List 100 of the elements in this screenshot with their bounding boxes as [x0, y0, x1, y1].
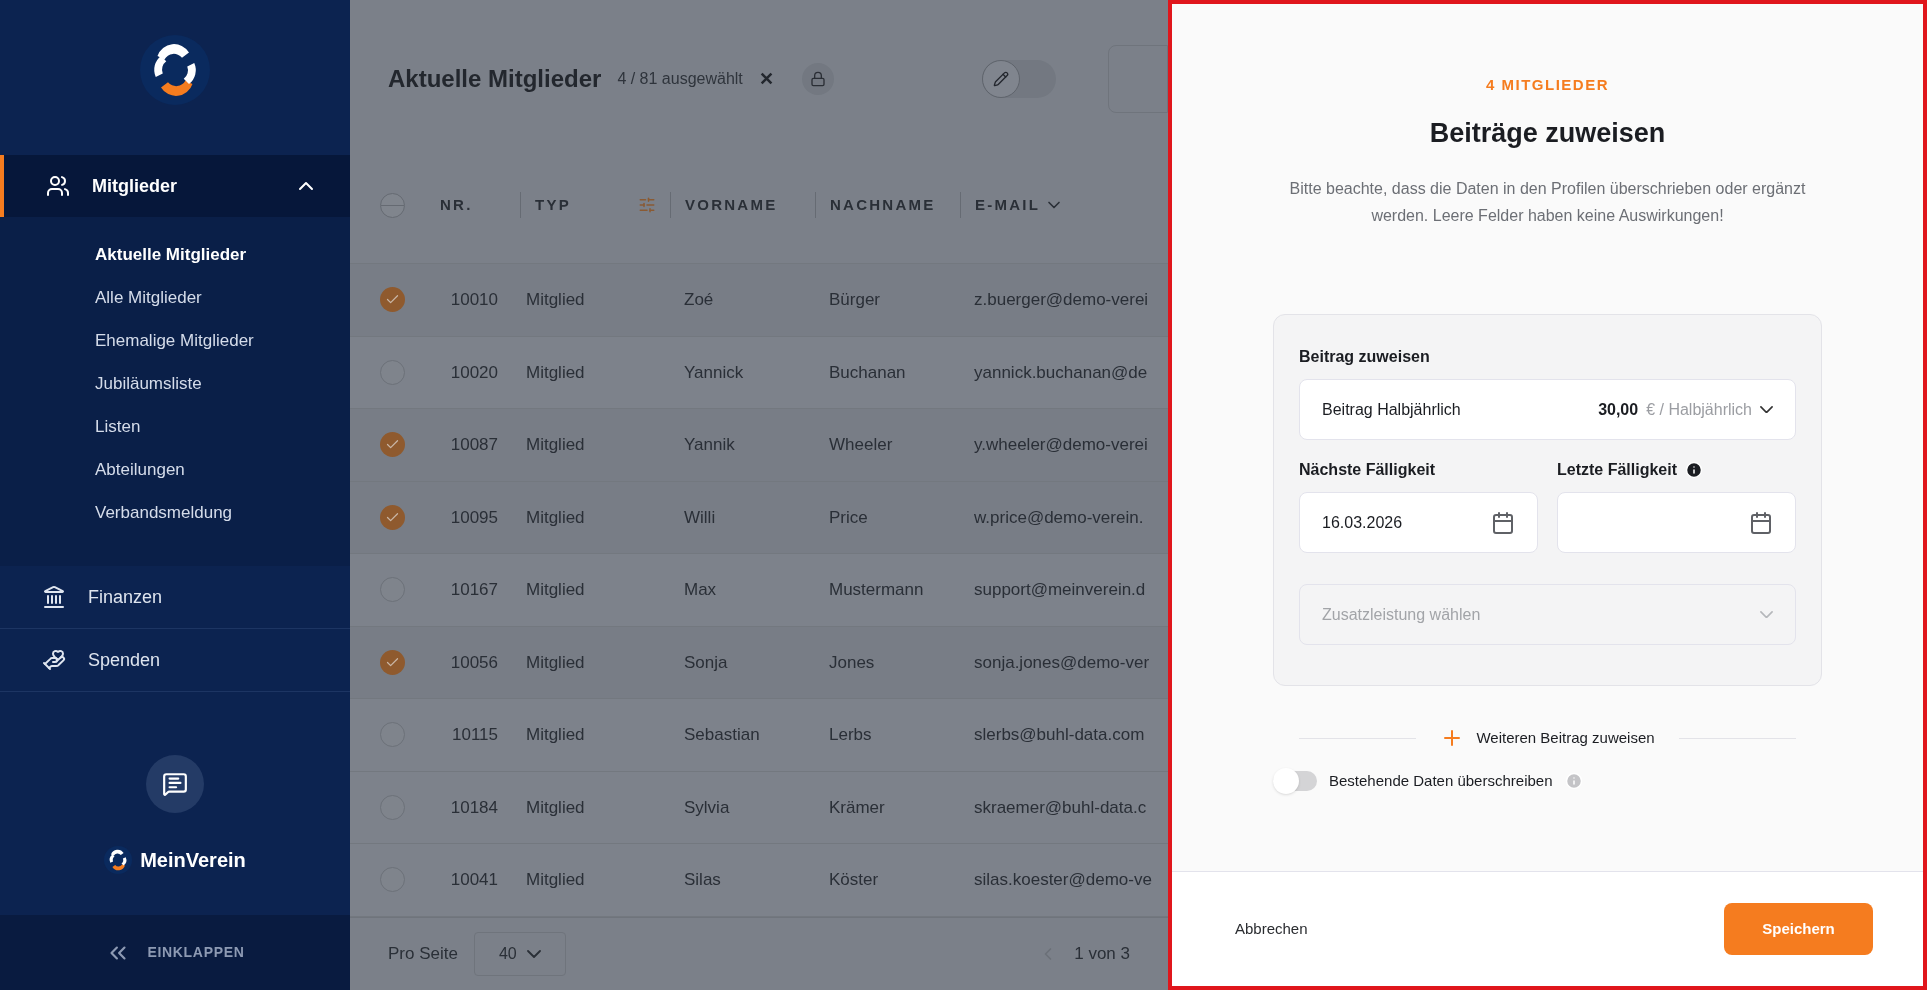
table-cell: Sebastian: [684, 725, 760, 745]
table-cell: Mustermann: [829, 580, 924, 600]
table-cell: w.price@demo-verein.: [974, 507, 1144, 527]
table-cell: Mitglied: [526, 725, 585, 745]
table-cell: Köster: [829, 870, 879, 890]
table-cell: Mitglied: [526, 435, 585, 455]
overwrite-label: Bestehende Daten überschreiben: [1329, 771, 1553, 791]
table-cell: 10020: [450, 362, 498, 382]
table-cell: slerbs@buhl-data.com: [974, 725, 1145, 745]
table-cell: 10056: [450, 652, 498, 672]
brand-logo-icon: [104, 846, 133, 874]
overwrite-switch[interactable]: [1273, 771, 1317, 792]
row-checkbox[interactable]: [379, 649, 405, 675]
submenu-item[interactable]: Ehemalige Mitglieder: [0, 319, 350, 362]
chevron-down-icon: [1760, 405, 1773, 414]
date-field[interactable]: [1557, 492, 1796, 553]
nav-item[interactable]: Finanzen: [0, 566, 350, 628]
table-cell: Sylvia: [684, 797, 730, 817]
users-icon: [46, 174, 70, 198]
table-cell: Willi: [684, 507, 716, 527]
submenu-item[interactable]: Aktuelle Mitglieder: [0, 233, 350, 276]
table-cell: yannick.buchanan@de: [974, 362, 1148, 382]
table-cell: 10010: [450, 290, 498, 310]
page-title: Aktuelle Mitglieder: [388, 64, 602, 95]
row-checkbox[interactable]: [379, 287, 405, 313]
logo-icon: [140, 34, 210, 105]
calendar-icon: [1749, 510, 1773, 535]
submenu-item[interactable]: Jubiläumsliste: [0, 362, 350, 405]
clear-selection-button[interactable]: ✕: [758, 65, 774, 93]
chat-icon: [162, 771, 188, 797]
column-header[interactable]: NACHNAME: [830, 193, 936, 217]
submenu-item[interactable]: Alle Mitglieder: [0, 276, 350, 319]
chevron-down-icon: [1760, 610, 1773, 619]
table-cell: Krämer: [829, 797, 885, 817]
per-page-select[interactable]: 40: [473, 931, 566, 976]
table-cell: Mitglied: [526, 290, 585, 310]
per-page-label: Pro Seite: [388, 943, 458, 966]
add-fee-button[interactable]: Weiteren Beitrag zuweisen: [1440, 726, 1655, 750]
table-cell: sonja.jones@demo-ver: [974, 652, 1150, 672]
table-cell: Zoé: [684, 290, 714, 310]
chevron-down-icon: [526, 949, 541, 958]
table-cell: Yannick: [684, 362, 744, 382]
hand-heart-icon: [42, 648, 66, 672]
pencil-icon: [993, 71, 1009, 88]
table-cell: 10041: [450, 870, 498, 890]
nav-item[interactable]: Mitglieder: [0, 155, 350, 217]
column-header[interactable]: TYP: [535, 193, 571, 217]
table-cell: 10184: [450, 797, 498, 817]
filter-icon[interactable]: [638, 196, 656, 214]
table-cell: Mitglied: [526, 797, 585, 817]
row-checkbox[interactable]: [379, 432, 405, 458]
table-cell: Mitglied: [526, 652, 585, 672]
table-cell: silas.koester@demo-ve: [974, 870, 1152, 890]
table-cell: Lerbs: [829, 725, 872, 745]
calendar-icon: [1491, 510, 1515, 535]
table-cell: Silas: [684, 870, 721, 890]
row-checkbox[interactable]: [379, 504, 405, 530]
submenu-item[interactable]: Abteilungen: [0, 448, 350, 491]
lock-button[interactable]: [801, 63, 834, 96]
member-count-label: 4 MITGLIEDER: [1486, 75, 1609, 95]
column-header[interactable]: NR.: [440, 193, 473, 217]
table-cell: z.buerger@demo-verei: [974, 290, 1149, 310]
table-cell: 10087: [450, 435, 498, 455]
field-label: Beitrag zuweisen: [1299, 347, 1431, 367]
fee-select[interactable]: Beitrag Halbjährlich 30,00 € / Halbjährlich: [1299, 379, 1796, 440]
table-cell: Mitglied: [526, 870, 585, 890]
field-label: Letzte Fälligkeit: [1557, 460, 1678, 480]
table-cell: Buchanan: [829, 362, 906, 382]
table-cell: Mitglied: [526, 362, 585, 382]
save-button[interactable]: Speichern: [1724, 903, 1873, 955]
table-cell: 10115: [452, 725, 498, 745]
select-all-checkbox[interactable]: [379, 192, 405, 218]
table-cell: Price: [829, 507, 868, 527]
edit-toggle[interactable]: [982, 60, 1056, 99]
submenu-item[interactable]: Verbandsmeldung: [0, 491, 350, 534]
selection-count: 4 / 81 ausgewählt: [617, 69, 743, 90]
bank-icon: [42, 585, 66, 609]
lock-icon: [809, 71, 826, 88]
table-cell: Yannik: [684, 435, 735, 455]
table-cell: skraemer@buhl-data.c: [974, 797, 1147, 817]
panel-title: Beiträge zuweisen: [1429, 116, 1666, 150]
cancel-button[interactable]: Abbrechen: [1235, 917, 1308, 941]
collapse-button[interactable]: EINKLAPPEN: [0, 915, 350, 990]
extra-service-select[interactable]: Zusatzleistung wählen: [1299, 584, 1796, 645]
table-cell: 10095: [450, 507, 498, 527]
column-header[interactable]: VORNAME: [685, 193, 778, 217]
pagination-text: 1 von 3: [1074, 943, 1130, 966]
column-header[interactable]: E-MAIL: [975, 193, 1041, 217]
panel-description: Bitte beachte, dass die Daten in den Profilen überschrieben oder ergänzt werden. Leere Felder haben keine Auswirkungen!: [1288, 179, 1807, 226]
table-cell: 10167: [450, 580, 498, 600]
table-cell: y.wheeler@demo-verei: [974, 435, 1148, 455]
table-cell: Max: [684, 580, 717, 600]
nav-item[interactable]: Spenden: [0, 629, 350, 691]
submenu-item[interactable]: Listen: [0, 405, 350, 448]
table-cell: support@meinverein.d: [974, 580, 1146, 600]
table-cell: Bürger: [829, 290, 881, 310]
brand-name: MeinVerein: [140, 848, 246, 873]
date-field[interactable]: 16.03.2026: [1299, 492, 1538, 553]
info-icon[interactable]: [1685, 461, 1704, 479]
table-cell: Sonja: [684, 652, 728, 672]
